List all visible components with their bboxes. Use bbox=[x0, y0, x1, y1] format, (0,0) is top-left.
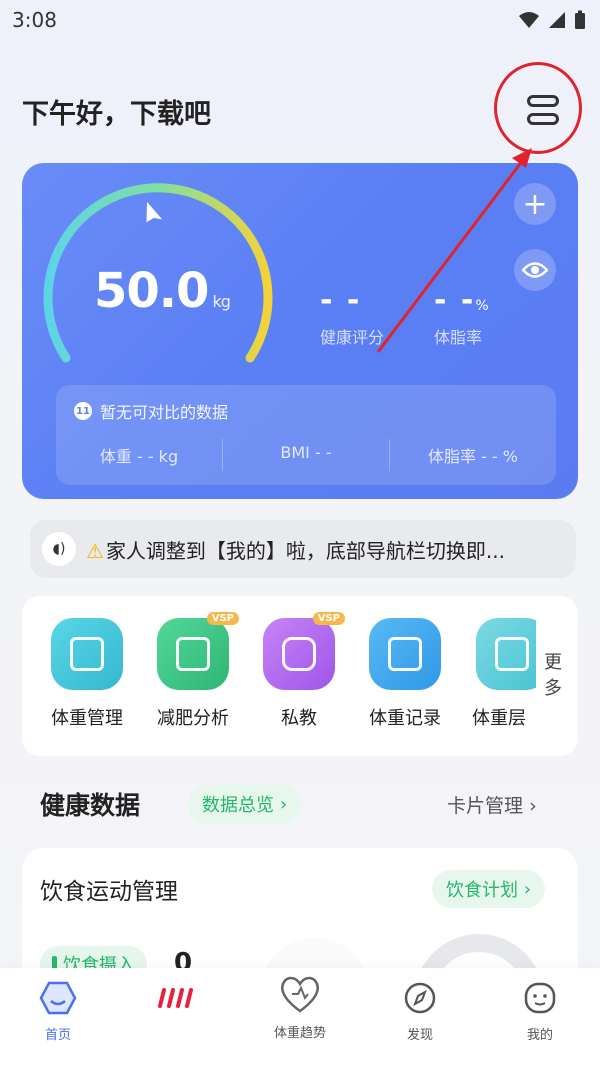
compass-icon bbox=[404, 982, 436, 1014]
tab-label: 体重趋势 bbox=[273, 1026, 326, 1041]
vip-badge: VSP bbox=[312, 612, 345, 625]
compare-row: 体重 - - kg BMI - - 体脂率 - - % bbox=[56, 439, 556, 471]
annotation-arrow bbox=[376, 148, 532, 353]
tab-label: 我的 bbox=[526, 1028, 553, 1043]
card-manage-label: 卡片管理 bbox=[447, 795, 524, 817]
feature-weight-management[interactable]: 体重管理 bbox=[42, 618, 132, 730]
feature-label: 体重记录 bbox=[369, 708, 441, 729]
compare-weight: 体重 - - kg bbox=[99, 447, 179, 466]
tab-label: 首页 bbox=[44, 1028, 71, 1043]
tab-discover[interactable]: 发现 bbox=[370, 978, 470, 1043]
feature-weight-record[interactable]: 体重记录 bbox=[360, 618, 450, 730]
feature-weight-loss-analysis[interactable]: VSP 减肥分析 bbox=[148, 612, 239, 730]
feature-personal-trainer[interactable]: VSP 私教 bbox=[254, 612, 345, 730]
home-icon bbox=[39, 981, 77, 1015]
compare-body-fat: 体脂率 - - % bbox=[389, 439, 556, 471]
feature-weight-more[interactable]: 体重层 bbox=[466, 618, 536, 730]
feature-tile-icon bbox=[369, 618, 441, 690]
promo-stripes-icon bbox=[158, 988, 193, 1008]
data-overview-button[interactable]: 数据总览 › bbox=[188, 784, 302, 824]
chevron-right-icon: › bbox=[529, 795, 537, 817]
info-badge-icon: 11 bbox=[74, 402, 92, 420]
feature-tile-icon bbox=[51, 618, 123, 690]
tab-promo[interactable] bbox=[128, 978, 228, 1024]
feature-tile-icon: VSP bbox=[157, 612, 239, 690]
tab-home[interactable]: 首页 bbox=[8, 978, 108, 1043]
tab-label: 发现 bbox=[406, 1028, 433, 1043]
diet-card-title: 饮食运动管理 bbox=[40, 879, 178, 905]
feature-label: 体重层 bbox=[472, 708, 526, 729]
compare-bmi: BMI - - bbox=[222, 439, 389, 471]
compare-title: 暂无可对比的数据 bbox=[100, 403, 229, 422]
feature-grid: 体重管理 VSP 减肥分析 VSP 私教 体重记录 体重层 更多 bbox=[22, 596, 578, 756]
warning-icon: ⚠ bbox=[86, 538, 104, 563]
notice-bar[interactable]: ◖) ⚠ 家人调整到【我的】啦，底部导航栏切换即... bbox=[30, 520, 576, 578]
data-overview-label: 数据总览 bbox=[202, 795, 274, 816]
chevron-right-icon: › bbox=[280, 793, 288, 815]
tab-weight-trend[interactable]: 体重趋势 bbox=[250, 976, 350, 1041]
heart-icon bbox=[281, 976, 319, 1013]
feature-tile-icon bbox=[476, 618, 536, 690]
diet-plan-label: 饮食计划 bbox=[446, 880, 518, 901]
diet-plan-button[interactable]: 饮食计划 › bbox=[432, 870, 545, 908]
vip-badge: VSP bbox=[206, 612, 239, 625]
feature-label: 体重管理 bbox=[51, 708, 123, 729]
compare-panel: 11 暂无可对比的数据 体重 - - kg BMI - - 体脂率 - - % bbox=[56, 385, 556, 485]
feature-label: 私教 bbox=[281, 708, 317, 729]
more-features-link[interactable]: 更多 bbox=[544, 650, 564, 702]
robot-icon: VSP bbox=[263, 612, 345, 690]
speaker-icon: ◖) bbox=[42, 532, 76, 566]
chevron-right-icon: › bbox=[518, 878, 531, 900]
notice-text: 家人调整到【我的】啦，底部导航栏切换即... bbox=[105, 538, 506, 563]
tab-mine[interactable]: 我的 bbox=[490, 978, 590, 1043]
health-data-title: 健康数据 bbox=[40, 791, 141, 820]
feature-label: 减肥分析 bbox=[157, 708, 229, 729]
profile-face-icon bbox=[524, 982, 556, 1014]
bottom-tab-bar: 首页 体重趋势 发现 我的 bbox=[0, 968, 600, 1066]
card-manage-link[interactable]: 卡片管理 › bbox=[447, 791, 537, 818]
